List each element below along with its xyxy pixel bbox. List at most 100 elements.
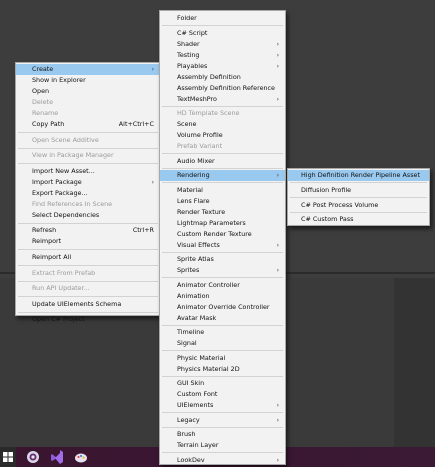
context-menu-item-select-dependencies[interactable]: Select Dependencies [16,210,160,221]
create-menu-item-animation[interactable]: Animation [160,291,285,302]
rendering-menu-item-c-post-process-volume[interactable]: C# Post Process Volume [288,200,429,211]
create-menu-item-gui-skin[interactable]: GUI Skin [160,378,285,389]
unity-hub-icon[interactable] [25,447,41,467]
menu-item-label: Terrain Layer [177,441,219,449]
menu-item-label: Brush [177,430,196,438]
create-menu-item-scene[interactable]: Scene [160,119,285,130]
chevron-right-icon: › [276,267,279,274]
create-menu-item-lens-flare[interactable]: Lens Flare [160,196,285,207]
create-menu-separator [162,452,283,453]
context-menu-item-update-uielements-schema[interactable]: Update UIElements Schema [16,299,160,310]
context-menu-item-open-scene-additive: Open Scene Additive [16,135,160,146]
context-menu-item-import-package[interactable]: Import Package › [16,177,160,188]
create-menu-item-uielements[interactable]: UIElements › [160,400,285,411]
context-menu-item-reimport-all[interactable]: Reimport All [16,252,160,263]
context-menu-item-find-references-in-scene: Find References In Scene [16,199,160,210]
rendering-menu-separator [290,211,427,213]
menu-item-label: Assembly Definition Reference [177,83,275,92]
menu-item-label: Sprite Atlas [177,255,214,263]
create-menu-item-shader[interactable]: Shader › [160,39,285,50]
context-menu-item-create[interactable]: Create › [16,64,160,75]
chevron-right-icon: › [151,178,154,186]
paint-app-icon[interactable] [73,447,89,467]
create-menu-separator [162,153,283,154]
create-menu-item-render-texture[interactable]: Render Texture [160,207,285,218]
context-menu-item-copy-path[interactable]: Copy Path Alt+Ctrl+C [16,119,160,130]
create-menu-separator [162,105,283,107]
context-menu-separator [18,265,158,266]
create-menu-separator [162,350,283,351]
create-menu-item-assembly-definition[interactable]: Assembly Definition [160,72,285,83]
create-menu-item-c-script[interactable]: C# Script [160,28,285,39]
visual-studio-icon[interactable] [49,447,65,467]
create-menu-item-signal[interactable]: Signal [160,338,285,349]
create-menu-separator [162,412,283,413]
rendering-menu-item-diffusion-profile[interactable]: Diffusion Profile [288,185,429,196]
menu-item-label: Avatar Mask [177,313,217,322]
create-menu-item-animator-controller[interactable]: Animator Controller [160,280,285,291]
menu-item-label: Export Package... [32,188,88,197]
create-menu-item-lightmap-parameters[interactable]: Lightmap Parameters [160,218,285,229]
context-menu-item-reimport[interactable]: Reimport [16,236,160,247]
menu-item-label: Reimport All [32,253,72,261]
menu-item-label: Select Dependencies [32,210,100,219]
menu-item-label: Import New Asset... [32,166,95,175]
create-menu-item-material[interactable]: Material [160,185,285,196]
create-menu-item-volume-profile[interactable]: Volume Profile [160,130,285,141]
create-menu-item-physic-material[interactable]: Physic Material [160,353,285,364]
chevron-right-icon: › [276,241,279,249]
create-menu-item-visual-effects[interactable]: Visual Effects › [160,240,285,251]
menu-item-label: Create [32,65,54,73]
menu-item-label: Prefab Variant [177,142,223,150]
chevron-right-icon: › [276,402,279,409]
create-menu-item-playables[interactable]: Playables › [160,61,285,72]
create-menu-item-brush[interactable]: Brush [160,429,285,440]
create-menu-separator [162,182,283,183]
menu-item-label: View in Package Manager [32,151,114,160]
menu-item-label: Physics Material 2D [177,364,240,373]
create-menu-item-physics-material-2d[interactable]: Physics Material 2D [160,364,285,375]
context-menu: Create › Show in Explorer Open Delete Rename C… [15,62,161,323]
context-menu-separator [18,147,158,149]
create-menu-item-rendering[interactable]: Rendering › [160,170,285,181]
menu-item-label: GUI Skin [177,379,205,387]
menu-item-label: Lens Flare [177,196,210,205]
menu-item-label: Visual Effects [177,240,220,249]
context-menu-item-import-new-asset[interactable]: Import New Asset... [16,166,160,177]
context-menu-separator [18,163,158,165]
create-menu-item-legacy[interactable]: Legacy › [160,415,285,426]
context-menu-item-open-c-project[interactable]: Open C# Project [16,314,160,325]
context-menu-item-show-in-explorer[interactable]: Show in Explorer [16,75,160,86]
create-menu-item-assembly-definition-reference[interactable]: Assembly Definition Reference [160,83,285,94]
context-menu-separator [18,280,158,282]
context-menu-item-open[interactable]: Open [16,86,160,97]
create-submenu: Folder C# Script Shader › Testing › Playables ›… [159,10,286,465]
chevron-right-icon: › [276,51,279,59]
context-menu-item-export-package[interactable]: Export Package... [16,188,160,199]
rendering-menu-item-high-definition-render-pipeline-asset[interactable]: High Definition Render Pipeline Asset [288,170,429,181]
menu-item-label: Find References In Scene [32,199,113,208]
chevron-right-icon: › [276,416,279,424]
menu-item-label: Sprites [177,266,200,274]
context-menu-item-rename: Rename [16,108,160,119]
create-menu-item-custom-render-texture[interactable]: Custom Render Texture [160,229,285,240]
create-menu-item-avatar-mask[interactable]: Avatar Mask [160,313,285,324]
create-menu-item-animator-override-controller[interactable]: Animator Override Controller [160,302,285,313]
create-menu-item-textmeshpro[interactable]: TextMeshPro › [160,94,285,105]
create-menu-item-testing[interactable]: Testing › [160,50,285,61]
create-menu-item-timeline[interactable]: Timeline [160,327,285,338]
windows-start-icon[interactable] [0,447,16,467]
create-menu-item-folder[interactable]: Folder [160,13,285,24]
rendering-menu-item-c-custom-pass[interactable]: C# Custom Pass [288,214,429,225]
create-menu-item-audio-mixer[interactable]: Audio Mixer [160,156,285,167]
menu-item-label: Volume Profile [177,131,223,139]
create-menu-item-custom-font[interactable]: Custom Font [160,389,285,400]
create-menu-item-terrain-layer[interactable]: Terrain Layer [160,440,285,451]
create-menu-item-lookdev[interactable]: LookDev › [160,455,285,466]
create-menu-item-sprites[interactable]: Sprites › [160,265,285,276]
context-menu-item-refresh[interactable]: Refresh Ctrl+R [16,225,160,236]
menu-item-label: Show in Explorer [32,76,86,84]
chevron-right-icon: › [276,95,279,103]
create-menu-item-sprite-atlas[interactable]: Sprite Atlas [160,254,285,265]
side-panel-background [394,278,435,448]
